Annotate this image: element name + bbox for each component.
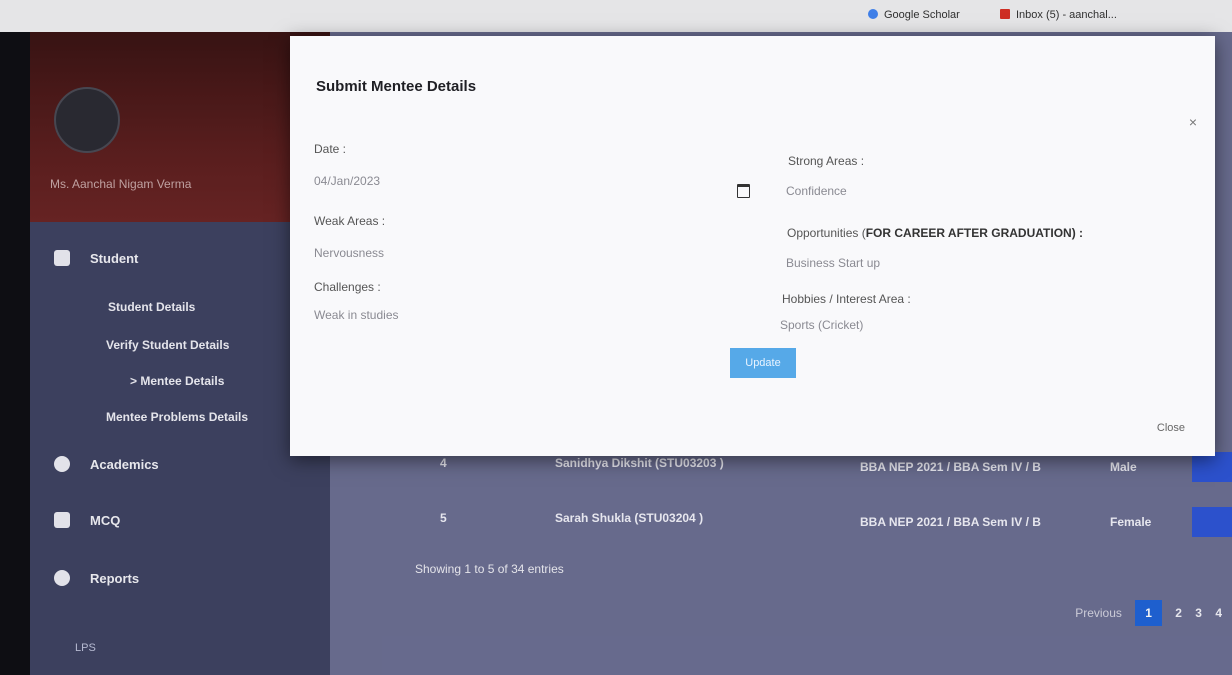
modal-title: Submit Mentee Details — [316, 78, 477, 95]
close-button[interactable]: Close — [1157, 422, 1185, 434]
weak-areas-field[interactable]: Nervousness — [314, 246, 384, 260]
submit-mentee-modal: Submit Mentee Details × Date : 04/Jan/20… — [290, 36, 1215, 456]
hobbies-field[interactable]: Sports (Cricket) — [780, 318, 863, 332]
calendar-icon[interactable] — [737, 184, 750, 198]
challenges-label: Challenges : — [314, 280, 381, 294]
challenges-field[interactable]: Weak in studies — [314, 308, 399, 322]
opportunities-label: Opportunities (FOR CAREER AFTER GRADUATI… — [787, 226, 1084, 240]
update-button[interactable]: Update — [730, 348, 796, 378]
strong-areas-label: Strong Areas : — [788, 154, 865, 168]
opportunities-field[interactable]: Business Start up — [786, 256, 880, 270]
strong-areas-field[interactable]: Confidence — [786, 184, 847, 198]
close-icon[interactable]: × — [1189, 114, 1197, 130]
weak-areas-label: Weak Areas : — [314, 214, 386, 228]
hobbies-label: Hobbies / Interest Area : — [782, 292, 911, 306]
date-label: Date : — [314, 142, 347, 156]
date-field[interactable]: 04/Jan/2023 — [314, 174, 380, 188]
